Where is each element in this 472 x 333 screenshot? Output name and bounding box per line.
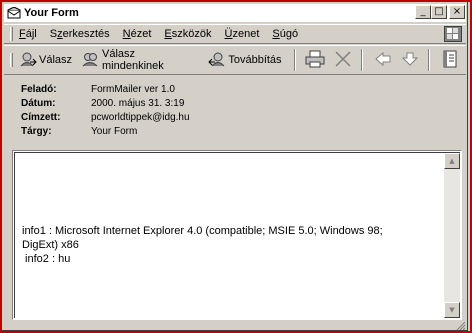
header-to: Címzett: pcworldtippek@idg.hu xyxy=(21,112,190,126)
previous-button[interactable] xyxy=(371,49,395,71)
toolbar-separator-3 xyxy=(428,49,431,71)
message-body-text[interactable]: info1 : Microsoft Internet Explorer 4.0 … xyxy=(22,224,442,266)
menu-message[interactable]: Üzenet xyxy=(225,28,260,40)
windows-logo-icon xyxy=(444,26,462,42)
from-value: FormMailer ver 1.0 xyxy=(91,84,175,95)
print-button[interactable] xyxy=(304,49,328,71)
reply-icon xyxy=(19,51,37,69)
reply-all-button[interactable]: Válasz mindenkinek xyxy=(82,48,198,72)
header-from: Feladó: FormMailer ver 1.0 xyxy=(21,84,175,98)
date-value: 2000. május 31. 3:19 xyxy=(91,98,185,109)
menu-file[interactable]: Fájl xyxy=(19,28,37,40)
subject-label: Tárgy: xyxy=(21,126,52,137)
toolbar-separator-2 xyxy=(360,49,363,71)
previous-icon xyxy=(374,51,392,69)
toolbar: Válasz Válasz mindenkinek Továbbítás xyxy=(4,45,466,75)
resize-grip-icon[interactable] xyxy=(454,321,466,331)
address-book-button[interactable] xyxy=(438,49,462,71)
scroll-down-icon[interactable]: ▼ xyxy=(444,302,460,318)
reply-all-label: Válasz mindenkinek xyxy=(102,48,164,72)
message-headers: Feladó: FormMailer ver 1.0 Dátum: 2000. … xyxy=(4,78,466,150)
forward-icon xyxy=(208,51,226,69)
print-icon xyxy=(305,50,325,71)
date-label: Dátum: xyxy=(21,98,56,109)
menu-bar: Fájl Szerkesztés Nézet Eszközök Üzenet S… xyxy=(4,24,466,44)
menu-edit[interactable]: Szerkesztés xyxy=(50,28,110,40)
message-body-inner: info1 : Microsoft Internet Explorer 4.0 … xyxy=(14,152,460,318)
address-book-icon xyxy=(441,50,459,71)
minimize-icon[interactable]: _ xyxy=(415,5,431,19)
vertical-scrollbar[interactable]: ▲ ▼ xyxy=(444,153,460,318)
reply-button[interactable]: Válasz xyxy=(19,49,72,71)
reply-label: Válasz xyxy=(38,54,73,66)
close-icon[interactable]: × xyxy=(449,5,465,19)
to-label: Címzett: xyxy=(21,112,61,123)
reply-all-icon xyxy=(82,51,100,69)
next-button[interactable] xyxy=(399,49,423,71)
forward-button[interactable]: Továbbítás xyxy=(208,49,282,71)
message-window: Your Form _ □ × Fájl Szerkesztés Nézet E… xyxy=(2,2,468,331)
to-value: pcworldtippek@idg.hu xyxy=(91,112,190,123)
toolbar-separator xyxy=(293,49,296,71)
message-line-2: DigExt) x86 xyxy=(22,239,79,251)
title-bar[interactable]: Your Form _ □ × xyxy=(4,4,466,22)
menu-grip[interactable] xyxy=(10,27,13,41)
next-icon xyxy=(401,52,419,69)
toolbar-grip[interactable] xyxy=(10,53,13,67)
delete-icon xyxy=(334,50,352,71)
message-line-3: info2 : hu xyxy=(22,253,71,265)
header-subject: Tárgy: Your Form xyxy=(21,126,137,140)
mail-icon xyxy=(6,6,22,20)
message-body-pane[interactable]: info1 : Microsoft Internet Explorer 4.0 … xyxy=(12,150,462,320)
menu-tools[interactable]: Eszközök xyxy=(164,28,211,40)
menu-help[interactable]: Súgó xyxy=(272,28,298,40)
scroll-up-icon[interactable]: ▲ xyxy=(444,153,460,169)
maximize-icon[interactable]: □ xyxy=(431,5,447,19)
message-line-1: info1 : Microsoft Internet Explorer 4.0 … xyxy=(22,225,383,237)
window-title: Your Form xyxy=(24,7,79,19)
menu-view[interactable]: Nézet xyxy=(123,28,152,40)
status-bar xyxy=(4,321,466,331)
subject-value: Your Form xyxy=(91,126,138,137)
window-controls: _ □ × xyxy=(415,5,465,19)
forward-label: Továbbítás xyxy=(228,54,282,66)
header-date: Dátum: 2000. május 31. 3:19 xyxy=(21,98,184,112)
delete-button[interactable] xyxy=(331,49,355,71)
from-label: Feladó: xyxy=(21,84,57,95)
